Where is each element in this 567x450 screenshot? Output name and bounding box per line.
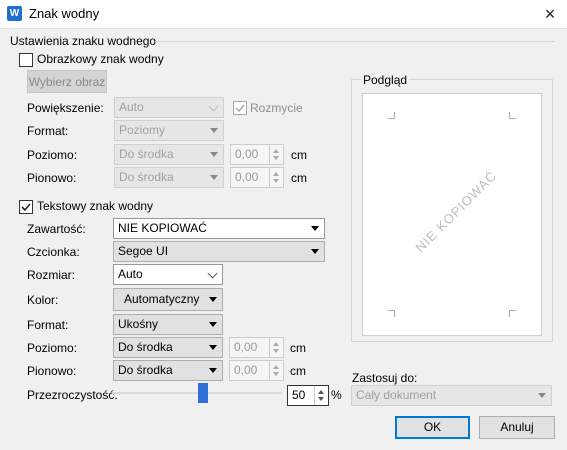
margin-corner-mark: [509, 310, 516, 317]
chevron-down-icon: [208, 101, 219, 112]
dropdown-arrow-icon: [209, 368, 217, 373]
unit-label: cm: [290, 341, 306, 355]
unit-label: cm: [291, 171, 307, 185]
transparency-slider-track[interactable]: [112, 392, 282, 394]
unit-label: cm: [291, 148, 307, 162]
margin-corner-mark: [509, 112, 516, 119]
margin-corner-mark: [388, 310, 395, 317]
image-horizontal-offset-value: 0,00: [235, 147, 259, 161]
dropdown-arrow-icon: [311, 226, 319, 231]
content-label: Zawartość:: [27, 222, 86, 236]
image-vertical-label: Pionowo:: [27, 171, 77, 185]
check-icon: [21, 203, 31, 212]
chevron-down-icon: [207, 268, 218, 279]
dropdown-arrow-icon: [209, 297, 217, 302]
apply-to-label: Zastosuj do:: [352, 371, 418, 385]
image-vertical-value: Do środka: [119, 170, 174, 184]
image-watermark-checkbox[interactable]: [19, 53, 33, 67]
image-horizontal-offset[interactable]: 0,00: [230, 144, 284, 165]
app-logo-icon: W: [7, 6, 22, 21]
color-picker-button[interactable]: Automatyczny: [113, 288, 223, 311]
color-label: Kolor:: [27, 293, 59, 307]
image-format-value: Poziomy: [119, 123, 166, 137]
margin-corner-mark: [388, 112, 395, 119]
scale-combo[interactable]: Auto: [114, 97, 224, 118]
spinner-arrows-icon[interactable]: [269, 361, 283, 380]
dropdown-arrow-icon: [210, 152, 218, 157]
close-icon[interactable]: ×: [538, 2, 562, 26]
spinner-arrows-icon[interactable]: [269, 168, 283, 187]
content-value: NIE KOPIOWAĆ: [118, 221, 207, 235]
cancel-button[interactable]: Anuluj: [479, 416, 555, 439]
image-watermark-label: Obrazkowy znak wodny: [37, 52, 164, 66]
transparency-label: Przezroczystość:: [27, 388, 118, 402]
apply-to-select[interactable]: Cały dokument: [351, 385, 552, 406]
scale-value: Auto: [119, 100, 144, 114]
image-vertical-select[interactable]: Do środka: [114, 167, 224, 188]
image-horizontal-value: Do środka: [119, 147, 174, 161]
size-label: Rozmiar:: [27, 268, 76, 282]
scale-label: Powiększenie:: [27, 101, 104, 115]
font-value: Segoe UI: [118, 244, 169, 258]
text-watermark-checkbox[interactable]: [19, 200, 33, 214]
text-watermark-label: Tekstowy znak wodny: [37, 199, 154, 213]
group-title: Ustawienia znaku wodnego: [10, 34, 157, 48]
dropdown-arrow-icon: [209, 322, 217, 327]
preview-watermark-text: NIE KOPIOWAĆ: [412, 167, 500, 256]
text-vertical-select[interactable]: Do środka: [113, 360, 223, 381]
ok-button[interactable]: OK: [395, 416, 470, 439]
text-format-label: Format:: [27, 318, 69, 332]
text-horizontal-label: Poziomo:: [27, 341, 78, 355]
text-horizontal-select[interactable]: Do środka: [113, 337, 223, 358]
image-vertical-offset-value: 0,00: [235, 170, 259, 184]
image-horizontal-label: Poziomo:: [27, 148, 78, 162]
unit-label: cm: [290, 364, 306, 378]
font-label: Czcionka:: [27, 245, 80, 259]
apply-to-value: Cały dokument: [356, 388, 437, 402]
text-format-select[interactable]: Ukośny: [113, 314, 223, 335]
image-horizontal-select[interactable]: Do środka: [114, 144, 224, 165]
color-value: Automatyczny: [124, 292, 200, 306]
transparency-spinner[interactable]: 50: [287, 385, 329, 406]
font-select[interactable]: Segoe UI: [113, 241, 325, 262]
window-title: Znak wodny: [29, 6, 100, 21]
text-vertical-offset[interactable]: 0,00: [229, 360, 284, 381]
text-format-value: Ukośny: [118, 317, 159, 331]
text-horizontal-value: Do środka: [118, 340, 173, 354]
transparency-value: 50: [292, 388, 306, 402]
image-format-select[interactable]: Poziomy: [114, 120, 224, 141]
blur-label: Rozmycie: [250, 101, 303, 115]
image-vertical-offset[interactable]: 0,00: [230, 167, 284, 188]
group-divider: [155, 41, 555, 42]
size-combo[interactable]: Auto: [113, 264, 223, 285]
percent-label: %: [331, 388, 342, 402]
image-format-label: Format:: [27, 124, 69, 138]
content-input[interactable]: NIE KOPIOWAĆ: [113, 218, 325, 239]
dropdown-arrow-icon: [210, 128, 218, 133]
text-vertical-label: Pionowo:: [27, 364, 77, 378]
check-icon: [235, 104, 245, 113]
spinner-arrows-icon[interactable]: [269, 145, 283, 164]
text-horizontal-offset[interactable]: 0,00: [229, 337, 284, 358]
dropdown-arrow-icon: [210, 175, 218, 180]
dropdown-arrow-icon: [209, 345, 217, 350]
size-value: Auto: [118, 267, 143, 281]
transparency-slider-handle[interactable]: [198, 383, 208, 403]
dropdown-arrow-icon: [538, 393, 546, 398]
text-vertical-offset-value: 0,00: [234, 363, 258, 377]
choose-image-button[interactable]: Wybierz obraz: [27, 70, 107, 93]
blur-checkbox[interactable]: [233, 101, 247, 115]
spinner-arrows-icon[interactable]: [314, 386, 328, 405]
preview-label: Podgląd: [361, 73, 410, 87]
preview-page: NIE KOPIOWAĆ: [362, 93, 542, 336]
spinner-arrows-icon[interactable]: [269, 338, 283, 357]
text-vertical-value: Do środka: [118, 363, 173, 377]
text-horizontal-offset-value: 0,00: [234, 340, 258, 354]
dropdown-arrow-icon: [311, 249, 319, 254]
